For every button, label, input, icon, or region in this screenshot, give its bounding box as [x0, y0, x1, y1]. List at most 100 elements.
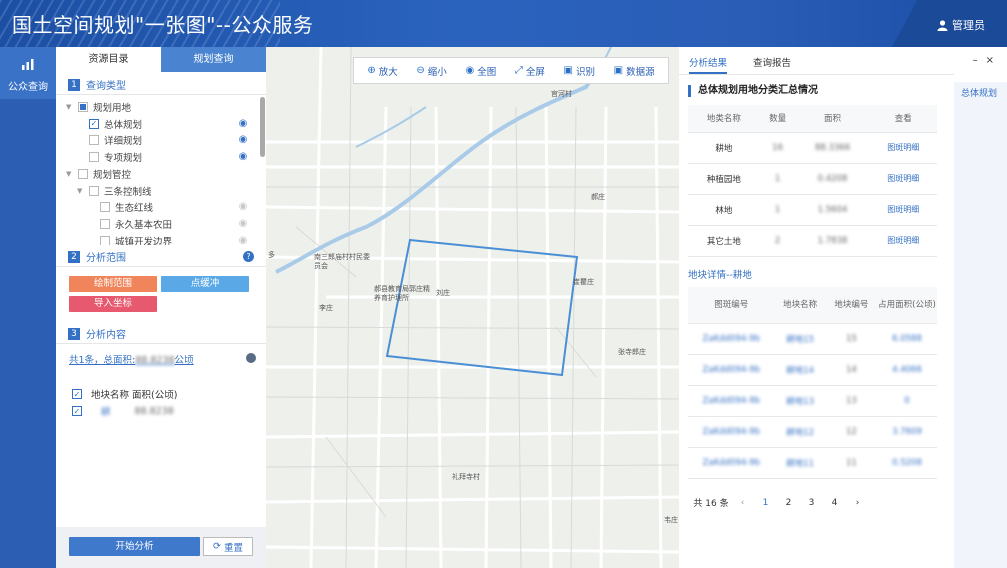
result-row-checkbox[interactable]: ✓	[72, 406, 82, 416]
visibility-eye-icon[interactable]: ◉	[237, 135, 249, 145]
tree-checkbox[interactable]	[100, 202, 110, 213]
table-cell: 耕地13	[774, 385, 826, 417]
tool-label: 全屏	[525, 66, 545, 78]
tree-node[interactable]: ✓ 总体规划 ◉	[77, 116, 261, 132]
tree-node[interactable]: ▼ 规划用地	[66, 99, 261, 115]
visibility-eye-icon[interactable]: ◉	[237, 152, 249, 162]
zoom-in-button[interactable]: ⊕ 放大	[367, 64, 397, 78]
identify-button[interactable]: ▣ 识别	[564, 64, 595, 78]
tree-checkbox[interactable]: ✓	[89, 118, 99, 129]
table-row[interactable]: ZaKdd094-9b 耕地15 15 6.0588	[688, 323, 937, 355]
tree-label: 详细规划	[104, 136, 143, 148]
table-row[interactable]: ZaKdd094-9b 耕地11 11 0.5208	[688, 447, 937, 479]
tree-node[interactable]: 永久基本农田 ◉	[88, 216, 261, 232]
tree-label: 生态红线	[115, 203, 154, 215]
table-cell: 88.3366	[795, 132, 870, 164]
map-label: 郝县教育局郭庄精养育护理所	[374, 285, 430, 302]
tree-node[interactable]: 生态红线 ◉	[88, 199, 261, 215]
globe-icon: ◉	[465, 65, 475, 76]
tab-query-report[interactable]: 查询报告	[753, 55, 791, 74]
table-header: 占用面积(公顷)	[877, 287, 937, 324]
table-row: 耕地 16 88.3366 图斑明细	[688, 132, 937, 164]
pager-page[interactable]: 2	[777, 498, 800, 508]
pager-prev[interactable]: ‹	[731, 498, 754, 508]
table-cell: 16	[759, 132, 796, 164]
result-row: ✓ 耕 88.8238	[72, 404, 174, 418]
section-title: 查询类型	[86, 81, 126, 92]
minimize-icon[interactable]: –	[973, 55, 978, 66]
pager-page[interactable]: 1	[754, 498, 777, 508]
tab-analysis-result[interactable]: 分析结果	[689, 55, 728, 74]
import-coords-button[interactable]: 导入坐标	[69, 296, 157, 312]
tree-checkbox[interactable]	[89, 135, 99, 146]
map-label: 官河村	[551, 90, 572, 98]
section-number: 3	[68, 327, 80, 340]
tab-planning-query[interactable]: 规划查询	[161, 47, 266, 72]
tree-checkbox[interactable]	[89, 185, 99, 196]
detail-link[interactable]: 图斑明细	[869, 225, 937, 257]
full-extent-button[interactable]: ◉ 全图	[465, 64, 496, 78]
detail-link[interactable]: 图斑明细	[869, 194, 937, 226]
expand-arrow-icon[interactable]: ▼	[66, 103, 74, 111]
visibility-eye-icon[interactable]: ◉	[237, 118, 249, 128]
start-analysis-button[interactable]: 开始分析	[69, 537, 200, 556]
tree-node[interactable]: 详细规划 ◉	[77, 132, 261, 148]
section-number: 1	[68, 78, 80, 91]
side-tab-master-plan[interactable]: 总体规划	[954, 82, 1007, 568]
table-cell: 耕地14	[774, 354, 826, 386]
app-title: 国土空间规划"一张图"--公众服务	[12, 13, 314, 37]
visibility-eye-icon[interactable]: ◉	[237, 202, 249, 212]
identify-icon: ▣	[563, 65, 573, 76]
reset-button[interactable]: ⟳ 重置	[203, 537, 253, 556]
table-cell: 0	[877, 385, 937, 417]
section-title: 分析范围	[86, 253, 126, 264]
user-menu[interactable]: 管理员	[937, 17, 985, 33]
table-cell: 林地	[688, 194, 760, 226]
tree-node[interactable]: ▼ 三条控制线	[77, 183, 261, 199]
visibility-eye-icon[interactable]: ◉	[237, 218, 249, 228]
tree-scrollbar[interactable]	[260, 97, 265, 157]
expand-arrow-icon[interactable]: ▼	[77, 187, 85, 195]
table-row[interactable]: ZaKdd094-9b 耕地13 13 0	[688, 385, 937, 417]
pager-next[interactable]: ›	[846, 498, 869, 508]
tree-node[interactable]: 城镇开发边界 ◉	[88, 233, 261, 245]
tree-checkbox[interactable]	[100, 218, 110, 229]
tool-label: 缩小	[427, 66, 447, 78]
map-view[interactable]: ⊕ 放大 ⊖ 缩小 ◉ 全图 ⤢ 全屏 ▣ 识别 ▣ 数据源 官河村 南三郎庙村村民委员会 …	[266, 47, 679, 568]
point-buffer-button[interactable]: 点缓冲	[161, 276, 249, 292]
table-row[interactable]: ZaKdd094-9b 耕地12 12 3.7609	[688, 416, 937, 448]
detail-link[interactable]: 图斑明细	[869, 163, 937, 195]
fullscreen-button[interactable]: ⤢ 全屏	[515, 64, 545, 78]
zoom-out-button[interactable]: ⊖ 缩小	[416, 64, 446, 78]
help-icon[interactable]: ?	[243, 251, 254, 262]
table-row: 林地 1 1.5604 图斑明细	[688, 194, 937, 226]
draw-range-button[interactable]: 绘制范围	[69, 276, 157, 292]
map-label: 李庄	[319, 304, 333, 312]
visibility-eye-icon[interactable]: ◉	[237, 235, 249, 245]
tree-checkbox[interactable]	[78, 168, 88, 179]
tree-node[interactable]: ▼ 规划管控	[66, 166, 261, 182]
result-panel: 分析结果 查询报告 – × 总体规划用地分类汇总情况 总体规划 地类名称 数量 面积…	[679, 47, 1007, 568]
tree-checkbox[interactable]	[78, 102, 88, 112]
pager-page[interactable]: 4	[823, 498, 846, 508]
summary-line[interactable]: 共1条，总面积:88.8238公顷	[69, 352, 194, 366]
table-cell: 1.7838	[795, 225, 870, 257]
pager-page[interactable]: 3	[800, 498, 823, 508]
table-header: 数量	[759, 105, 796, 133]
tree-checkbox[interactable]	[89, 152, 99, 163]
select-all-checkbox[interactable]: ✓	[72, 389, 82, 399]
nav-item-public-query[interactable]: 公众查询	[0, 47, 56, 99]
tree-node[interactable]: 专项规划 ◉	[77, 149, 261, 165]
delete-icon[interactable]	[246, 353, 256, 363]
close-icon[interactable]: ×	[986, 55, 994, 66]
datasource-button[interactable]: ▣ 数据源	[614, 64, 655, 78]
tree-checkbox[interactable]	[100, 235, 110, 245]
table-row[interactable]: ZaKdd094-9b 耕地14 14 4.4066	[688, 354, 937, 386]
detail-title: 地块详情--耕地	[688, 270, 752, 281]
table-cell: 耕地11	[774, 447, 826, 479]
expand-arrow-icon[interactable]: ▼	[66, 170, 74, 178]
detail-link[interactable]: 图斑明细	[869, 132, 937, 164]
section-analysis-content: 3 分析内容	[56, 324, 266, 344]
table-cell: 1.5604	[795, 194, 870, 226]
tab-resource-catalog[interactable]: 资源目录	[56, 47, 161, 72]
